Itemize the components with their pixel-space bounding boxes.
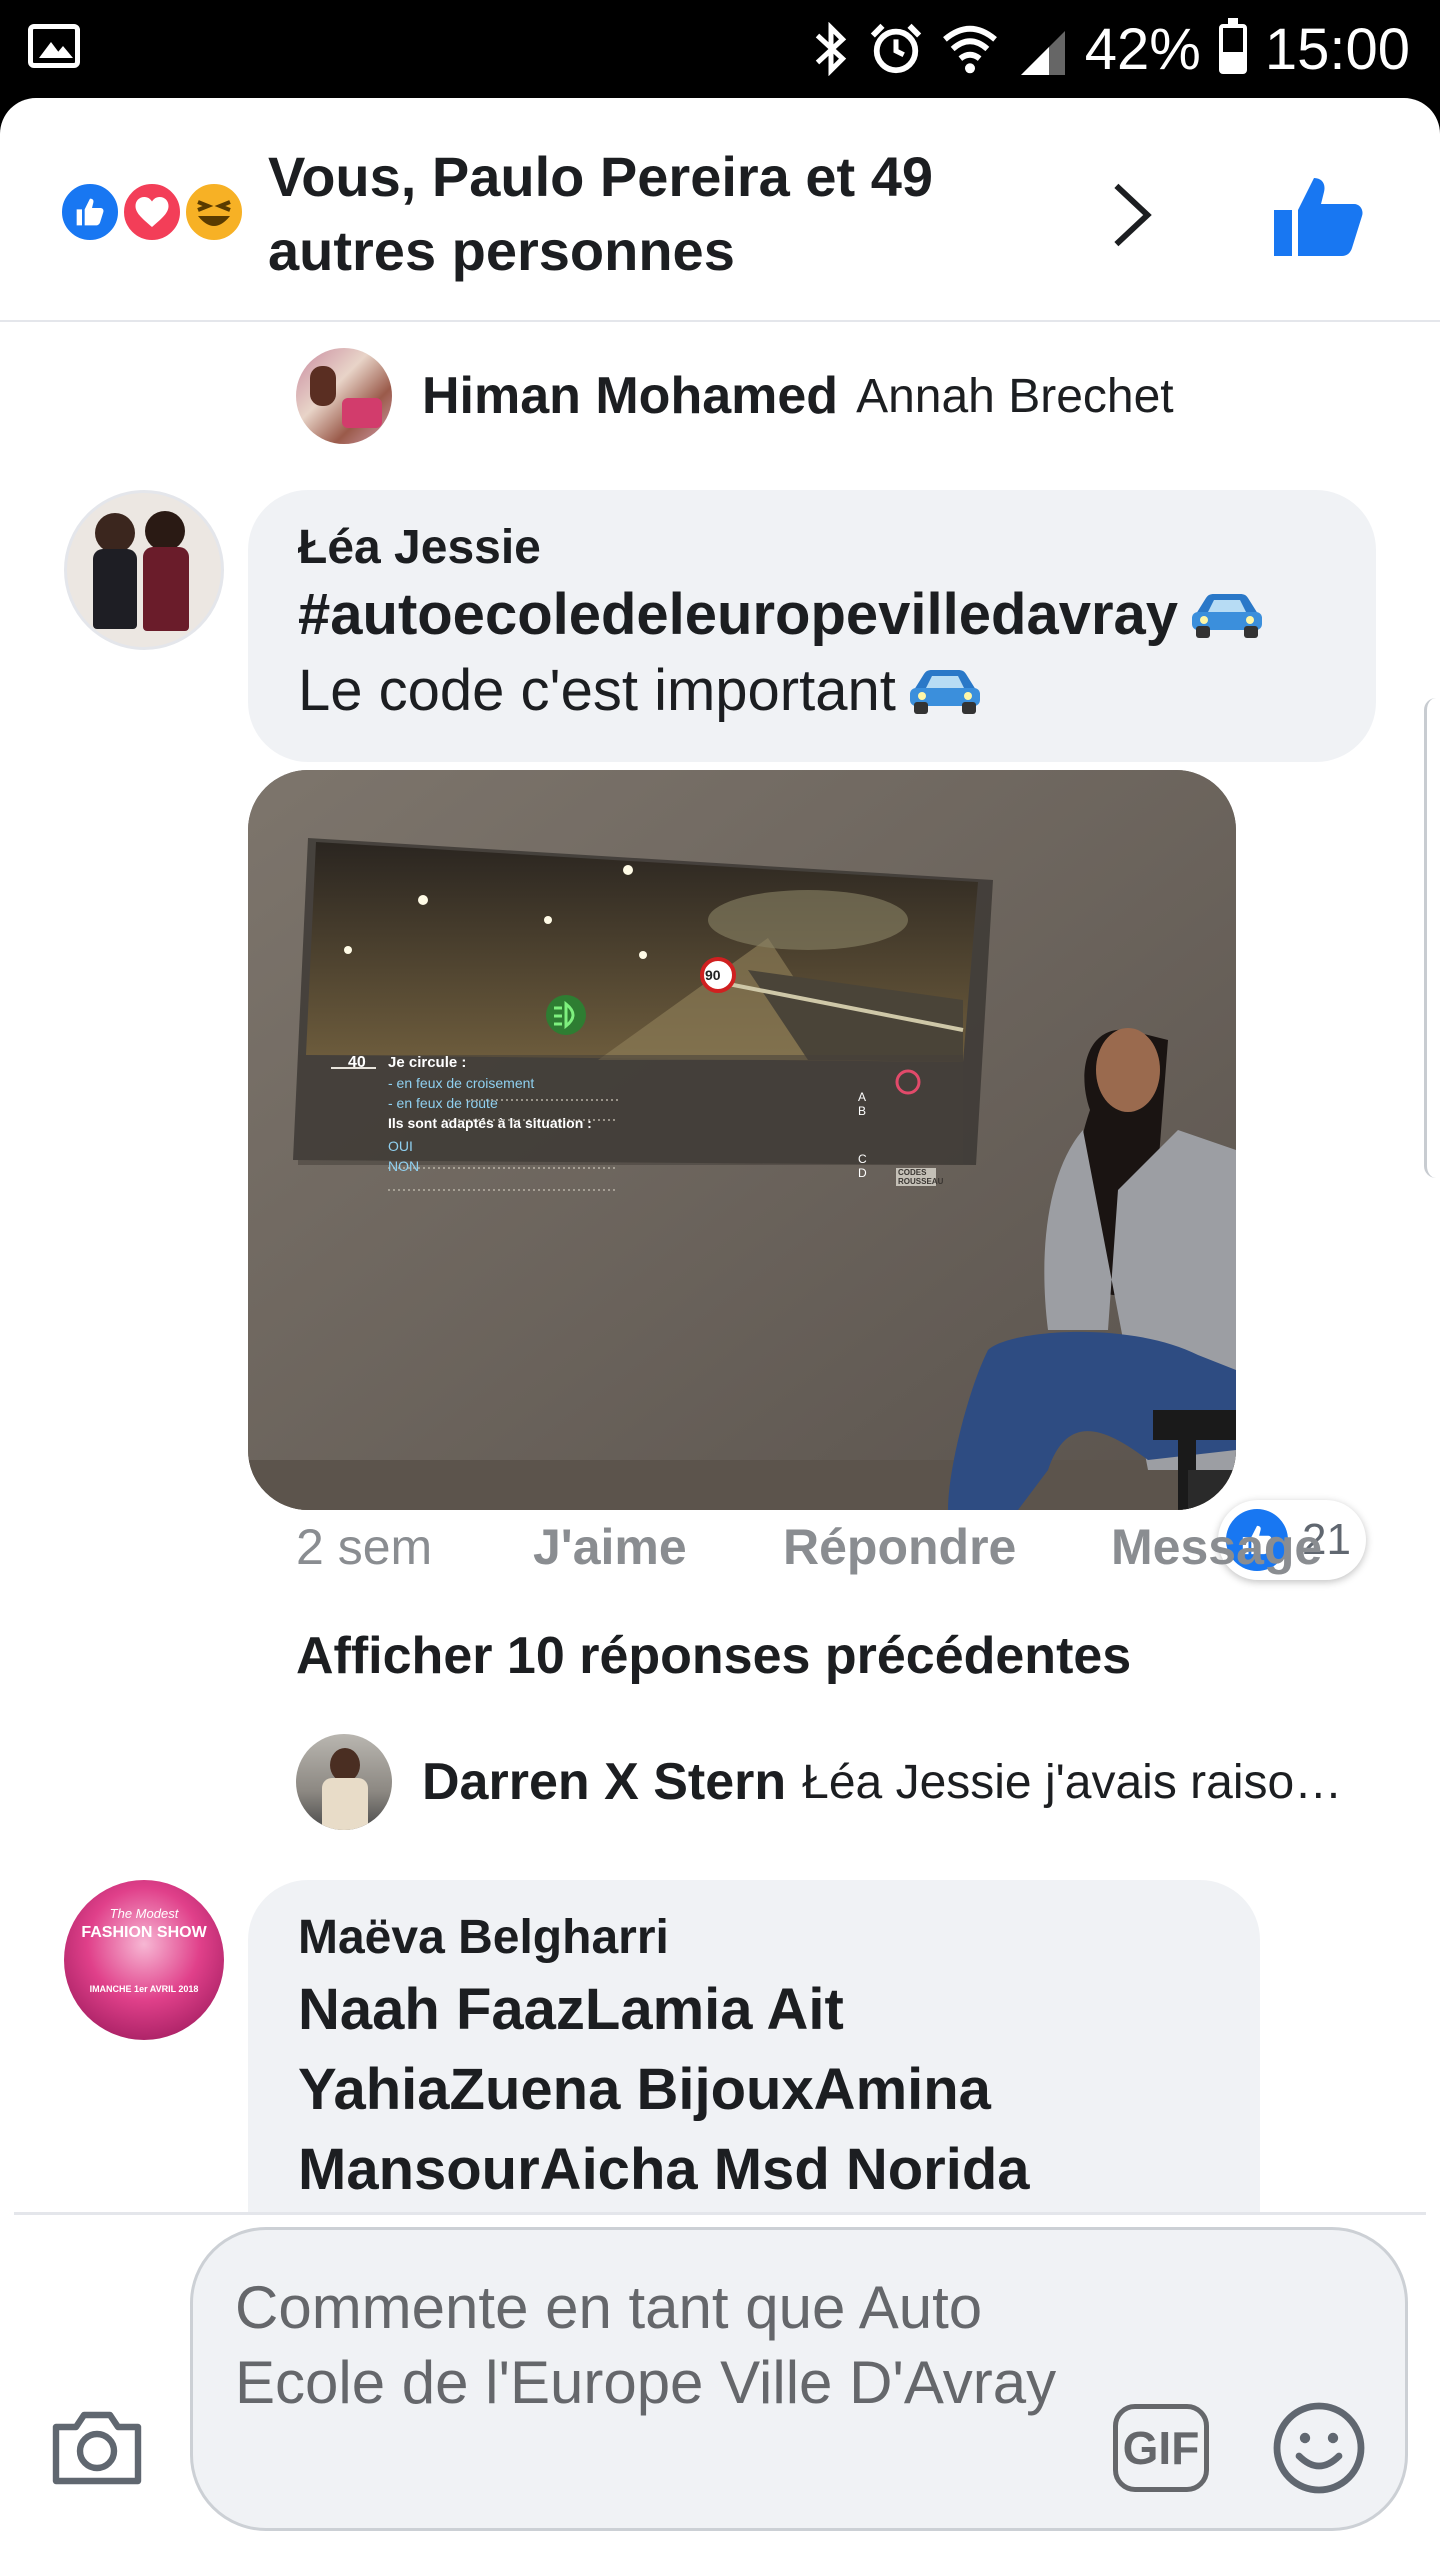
car-icon: [908, 660, 982, 714]
clock: 15:00: [1264, 16, 1410, 82]
chevron-right-icon[interactable]: [1100, 180, 1160, 250]
commenter-name[interactable]: Darren X Stern: [422, 1752, 786, 1812]
quiz-option-a: - en feux de croisement: [388, 1075, 535, 1091]
reply-button[interactable]: Répondre: [783, 1518, 1111, 1576]
avatar[interactable]: [296, 1734, 392, 1830]
avatar[interactable]: [296, 348, 392, 444]
comment-placeholder: Commente en tant que Auto Ecole de l'Eur…: [235, 2274, 1057, 2416]
comment-text: Le code c'est important: [298, 654, 982, 728]
letter-d: D: [858, 1166, 867, 1180]
status-icons: 42% 15:00: [811, 14, 1410, 84]
comment-composer: Commente en tant que Auto Ecole de l'Eur…: [0, 2215, 1440, 2560]
gif-button[interactable]: GIF: [1113, 2404, 1209, 2492]
quiz-option-d: NON: [388, 1158, 420, 1174]
hashtag-text[interactable]: #autoecoledeleuropevilledavray: [298, 582, 1178, 647]
show-previous-replies[interactable]: Afficher 10 réponses précédentes: [296, 1626, 1131, 1686]
quiz-letters: A B C D: [858, 1090, 867, 1180]
reactions-header[interactable]: Vous, Paulo Pereira et 49 autres personn…: [0, 98, 1440, 322]
reply-preview-darren[interactable]: Darren X Stern Łéa Jessie j'avais raiso…: [296, 1734, 1342, 1830]
avatar-lea-jessie[interactable]: [64, 490, 224, 650]
letter-b: B: [858, 1104, 867, 1118]
commenter-name[interactable]: Maëva Belgharri: [298, 1910, 669, 1965]
quiz-option-b: - en feux de route: [388, 1095, 498, 1111]
reaction-icons: [58, 180, 258, 246]
avatar-maeva[interactable]: The Modest FASHION SHOW IMANCHE 1er AVRI…: [64, 1880, 224, 2040]
quiz-option-c: OUI: [388, 1138, 413, 1154]
brand-logo: CODES ROUSSEAU: [898, 1168, 944, 1186]
battery-icon: [1218, 18, 1247, 74]
reply-preview-himan[interactable]: Himan Mohamed Annah Brechet: [296, 348, 1174, 444]
status-bar: 42% 15:00: [0, 0, 1440, 98]
reply-text: Łéa Jessie j'avais raiso…: [802, 1755, 1343, 1809]
comment-photo[interactable]: 40 Je circule : - en feux de croisement …: [248, 770, 1236, 1510]
bluetooth-icon: [815, 22, 846, 76]
letter-a: A: [858, 1090, 867, 1104]
quiz-number: 40: [348, 1054, 366, 1071]
quiz-question-2: Ils sont adaptés à la situation :: [388, 1115, 592, 1131]
comment-line: Le code c'est important: [298, 658, 896, 723]
sticker-smile-icon[interactable]: [1271, 2400, 1367, 2496]
like-button[interactable]: J'aime: [533, 1518, 783, 1576]
letter-c: C: [858, 1152, 867, 1166]
battery-percentage: 42%: [1084, 16, 1201, 82]
alarm-icon: [870, 23, 921, 74]
reactions-summary[interactable]: Vous, Paulo Pereira et 49 autres personn…: [268, 140, 1068, 288]
reply-text: Annah Brechet: [856, 369, 1174, 423]
commenter-name[interactable]: Himan Mohamed: [422, 366, 838, 426]
camera-icon[interactable]: [50, 2407, 144, 2487]
comments-sheet: Vous, Paulo Pereira et 49 autres personn…: [0, 98, 1440, 2560]
message-button[interactable]: Message: [1111, 1518, 1322, 1576]
comment-hashtag[interactable]: #autoecoledeleuropevilledavray: [298, 578, 1264, 652]
wifi-icon: [942, 25, 997, 74]
scrollbar[interactable]: [1424, 698, 1440, 1178]
avatar-text: FASHION SHOW: [81, 1924, 207, 1941]
comment-actions: 2 sem J'aime Répondre Message: [296, 1518, 1322, 1576]
tag-line[interactable]: YahiaZuena BijouxAmina: [298, 2050, 1030, 2130]
tagged-names[interactable]: Naah FaazLamia Ait YahiaZuena BijouxAmin…: [298, 1970, 1030, 2210]
comment-input[interactable]: Commente en tant que Auto Ecole de l'Eur…: [190, 2227, 1408, 2531]
comment-time: 2 sem: [296, 1519, 433, 1575]
signal-icon: [1017, 24, 1067, 75]
like-thumb-icon[interactable]: [1272, 172, 1364, 258]
quiz-title: Je circule :: [388, 1054, 467, 1071]
tag-line[interactable]: MansourAicha Msd Norida: [298, 2130, 1030, 2210]
like-icon: [58, 180, 122, 244]
love-icon: [120, 180, 184, 244]
tag-line[interactable]: Naah FaazLamia Ait: [298, 1970, 1030, 2050]
speed-sign: 90: [705, 967, 721, 983]
avatar-text: IMANCHE 1er AVRIL 2018: [89, 1984, 199, 1994]
car-icon: [1190, 584, 1264, 638]
commenter-name[interactable]: Łéa Jessie: [298, 520, 541, 575]
comment-bubble[interactable]: Łéa Jessie #autoecoledeleuropevilledavra…: [248, 490, 1376, 762]
haha-icon: [182, 180, 246, 244]
gallery-icon: [28, 24, 80, 68]
avatar-text: The Modest: [109, 1906, 179, 1921]
